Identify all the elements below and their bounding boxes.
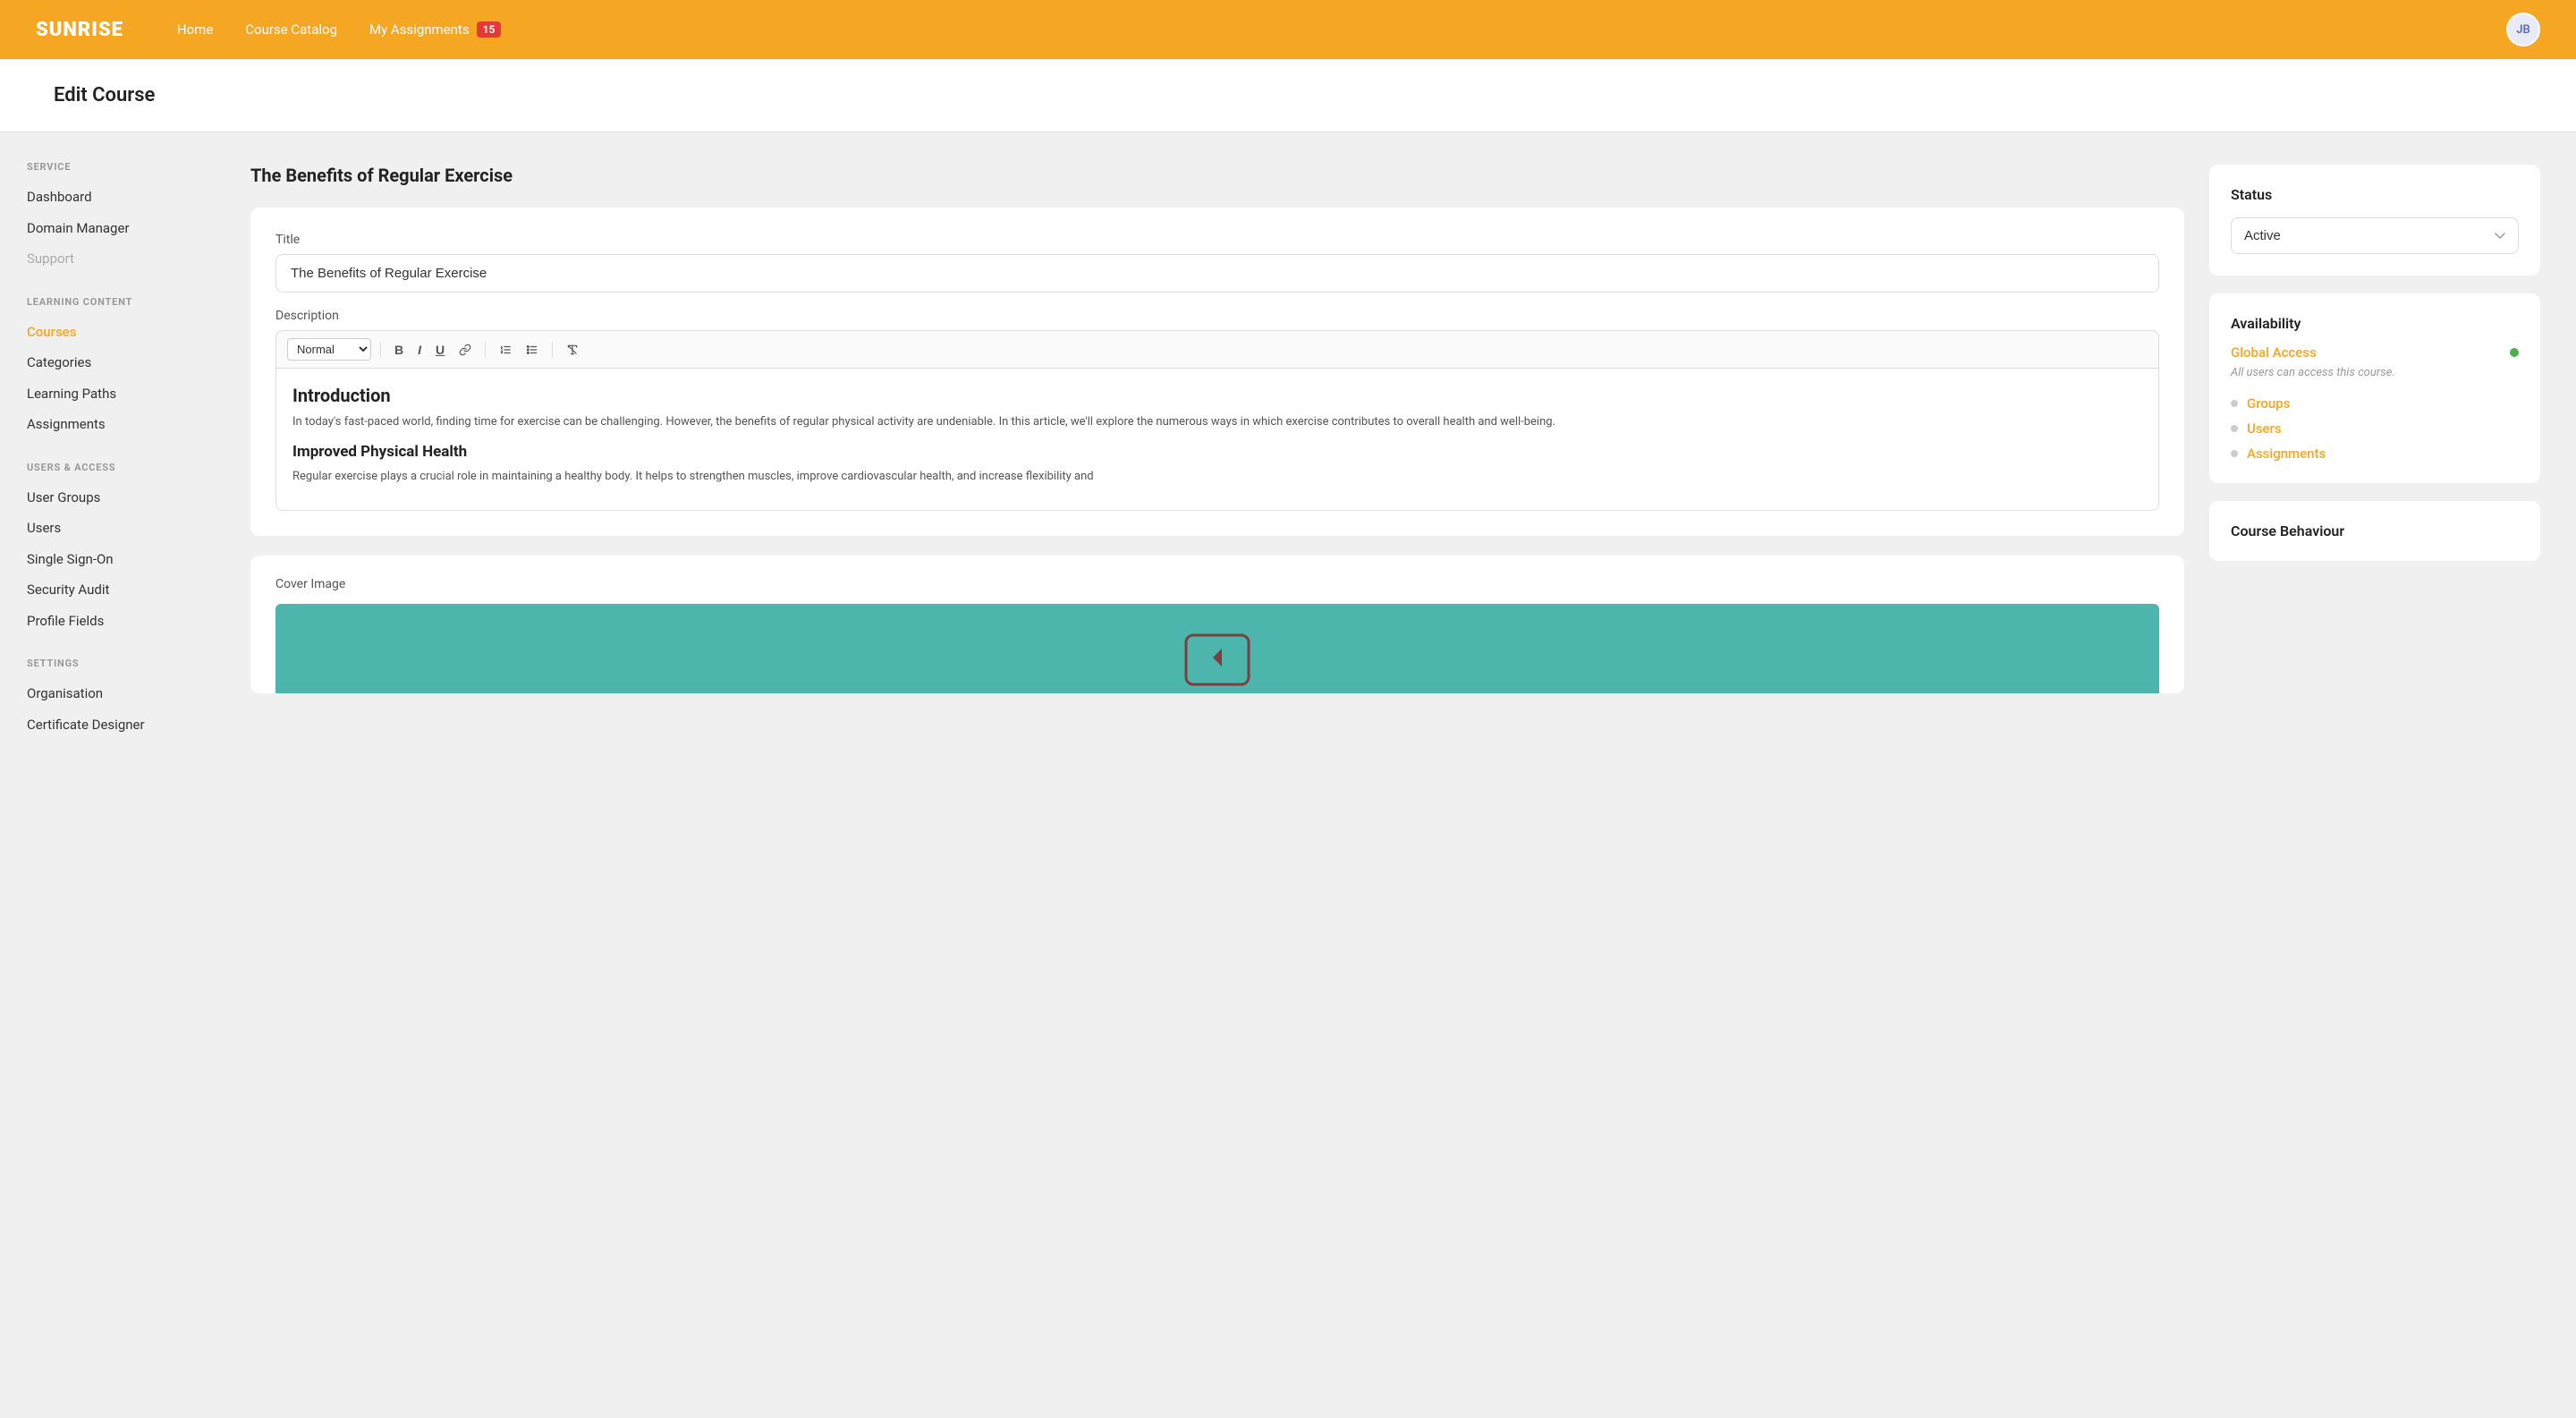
- assignments-badge: 15: [477, 21, 502, 38]
- availability-title: Availability: [2231, 315, 2519, 332]
- link-button[interactable]: [454, 341, 476, 359]
- logo: SUNRISE: [36, 19, 123, 41]
- italic-button[interactable]: I: [413, 340, 426, 360]
- sidebar-item-profile-fields[interactable]: Profile Fields: [27, 606, 206, 637]
- toolbar-separator-1: [380, 342, 381, 358]
- sidebar: SERVICE Dashboard Domain Manager Support…: [0, 132, 233, 1418]
- status-card-title: Status: [2231, 186, 2519, 203]
- toolbar-separator-2: [485, 342, 486, 358]
- cover-image-label: Cover Image: [275, 577, 2159, 591]
- title-input[interactable]: [275, 254, 2159, 293]
- bullet-dot-groups: [2231, 400, 2238, 407]
- nav-course-catalog[interactable]: Course Catalog: [245, 21, 337, 38]
- assignments-link[interactable]: Assignments: [2247, 446, 2326, 462]
- page-heading-bar: Edit Course: [0, 59, 2576, 132]
- sidebar-section-service: SERVICE: [27, 161, 206, 173]
- global-access-row: Global Access: [2231, 344, 2519, 361]
- right-panel: Status Active Inactive Draft Availabilit…: [2209, 165, 2540, 1386]
- editor-intro-heading: Introduction: [292, 385, 2142, 406]
- bullet-dot-users: [2231, 425, 2238, 432]
- user-avatar[interactable]: JB: [2506, 13, 2540, 47]
- sidebar-section-users-access: USERS & ACCESS: [27, 462, 206, 473]
- sidebar-item-domain-manager[interactable]: Domain Manager: [27, 213, 206, 244]
- course-behaviour-card: Course Behaviour: [2209, 501, 2540, 561]
- editor-fade-overlay: [276, 483, 2158, 510]
- title-label: Title: [275, 233, 2159, 247]
- sidebar-item-courses[interactable]: Courses: [27, 317, 206, 348]
- availability-link-assignments: Assignments: [2231, 446, 2519, 462]
- main-layout: SERVICE Dashboard Domain Manager Support…: [0, 132, 2576, 1418]
- availability-link-users: Users: [2231, 420, 2519, 437]
- editor-health-heading: Improved Physical Health: [292, 443, 2142, 461]
- course-behaviour-title: Course Behaviour: [2231, 522, 2519, 539]
- editor-content[interactable]: Introduction In today's fast-paced world…: [275, 368, 2159, 511]
- availability-link-groups: Groups: [2231, 395, 2519, 412]
- bullet-dot-assignments: [2231, 450, 2238, 457]
- status-card: Status Active Inactive Draft: [2209, 165, 2540, 276]
- bold-button[interactable]: B: [390, 340, 408, 360]
- content-area: The Benefits of Regular Exercise Title D…: [233, 132, 2576, 1418]
- nav-home[interactable]: Home: [177, 21, 213, 38]
- sidebar-item-support[interactable]: Support: [27, 243, 206, 275]
- availability-links: Groups Users Assignments: [2231, 395, 2519, 462]
- sidebar-item-users[interactable]: Users: [27, 513, 206, 544]
- sidebar-item-dashboard[interactable]: Dashboard: [27, 182, 206, 213]
- users-link[interactable]: Users: [2247, 420, 2282, 437]
- sidebar-section-learning-content: LEARNING CONTENT: [27, 296, 206, 308]
- cover-image-preview[interactable]: [275, 604, 2159, 693]
- nav: Home Course Catalog My Assignments 15: [177, 21, 2470, 38]
- availability-card: Availability Global Access All users can…: [2209, 293, 2540, 483]
- groups-link[interactable]: Groups: [2247, 395, 2290, 412]
- sidebar-item-organisation[interactable]: Organisation: [27, 678, 206, 709]
- sidebar-item-security-audit[interactable]: Security Audit: [27, 574, 206, 606]
- toolbar-separator-3: [552, 342, 553, 358]
- editor-toolbar: Normal Heading 1 Heading 2 B I U: [275, 330, 2159, 368]
- sidebar-item-certificate-designer[interactable]: Certificate Designer: [27, 709, 206, 741]
- sidebar-item-user-groups[interactable]: User Groups: [27, 482, 206, 514]
- nav-my-assignments[interactable]: My Assignments 15: [369, 21, 501, 38]
- sidebar-item-categories[interactable]: Categories: [27, 347, 206, 378]
- global-access-label[interactable]: Global Access: [2231, 344, 2317, 361]
- sidebar-section-settings: SETTINGS: [27, 658, 206, 669]
- sidebar-item-learning-paths[interactable]: Learning Paths: [27, 378, 206, 410]
- active-dot: [2510, 348, 2519, 357]
- course-title-heading: The Benefits of Regular Exercise: [250, 165, 2184, 186]
- sidebar-item-assignments[interactable]: Assignments: [27, 409, 206, 440]
- access-description: All users can access this course.: [2231, 366, 2519, 379]
- paragraph-style-select[interactable]: Normal Heading 1 Heading 2: [287, 338, 371, 361]
- clear-format-button[interactable]: [562, 341, 583, 359]
- title-description-card: Title Description Normal Heading 1 Headi…: [250, 208, 2184, 536]
- status-select[interactable]: Active Inactive Draft: [2231, 217, 2519, 254]
- sidebar-item-single-sign-on[interactable]: Single Sign-On: [27, 544, 206, 575]
- cover-image-graphic: [1164, 622, 1271, 693]
- editor-intro-text: In today's fast-paced world, finding tim…: [292, 413, 2142, 432]
- underline-button[interactable]: U: [431, 340, 449, 360]
- main-panel: The Benefits of Regular Exercise Title D…: [250, 165, 2184, 1386]
- page-title: Edit Course: [54, 84, 2522, 106]
- description-label: Description: [275, 309, 2159, 323]
- ordered-list-button[interactable]: [495, 341, 516, 359]
- cover-image-card: Cover Image: [250, 556, 2184, 693]
- unordered-list-button[interactable]: [521, 341, 543, 359]
- header: SUNRISE Home Course Catalog My Assignmen…: [0, 0, 2576, 59]
